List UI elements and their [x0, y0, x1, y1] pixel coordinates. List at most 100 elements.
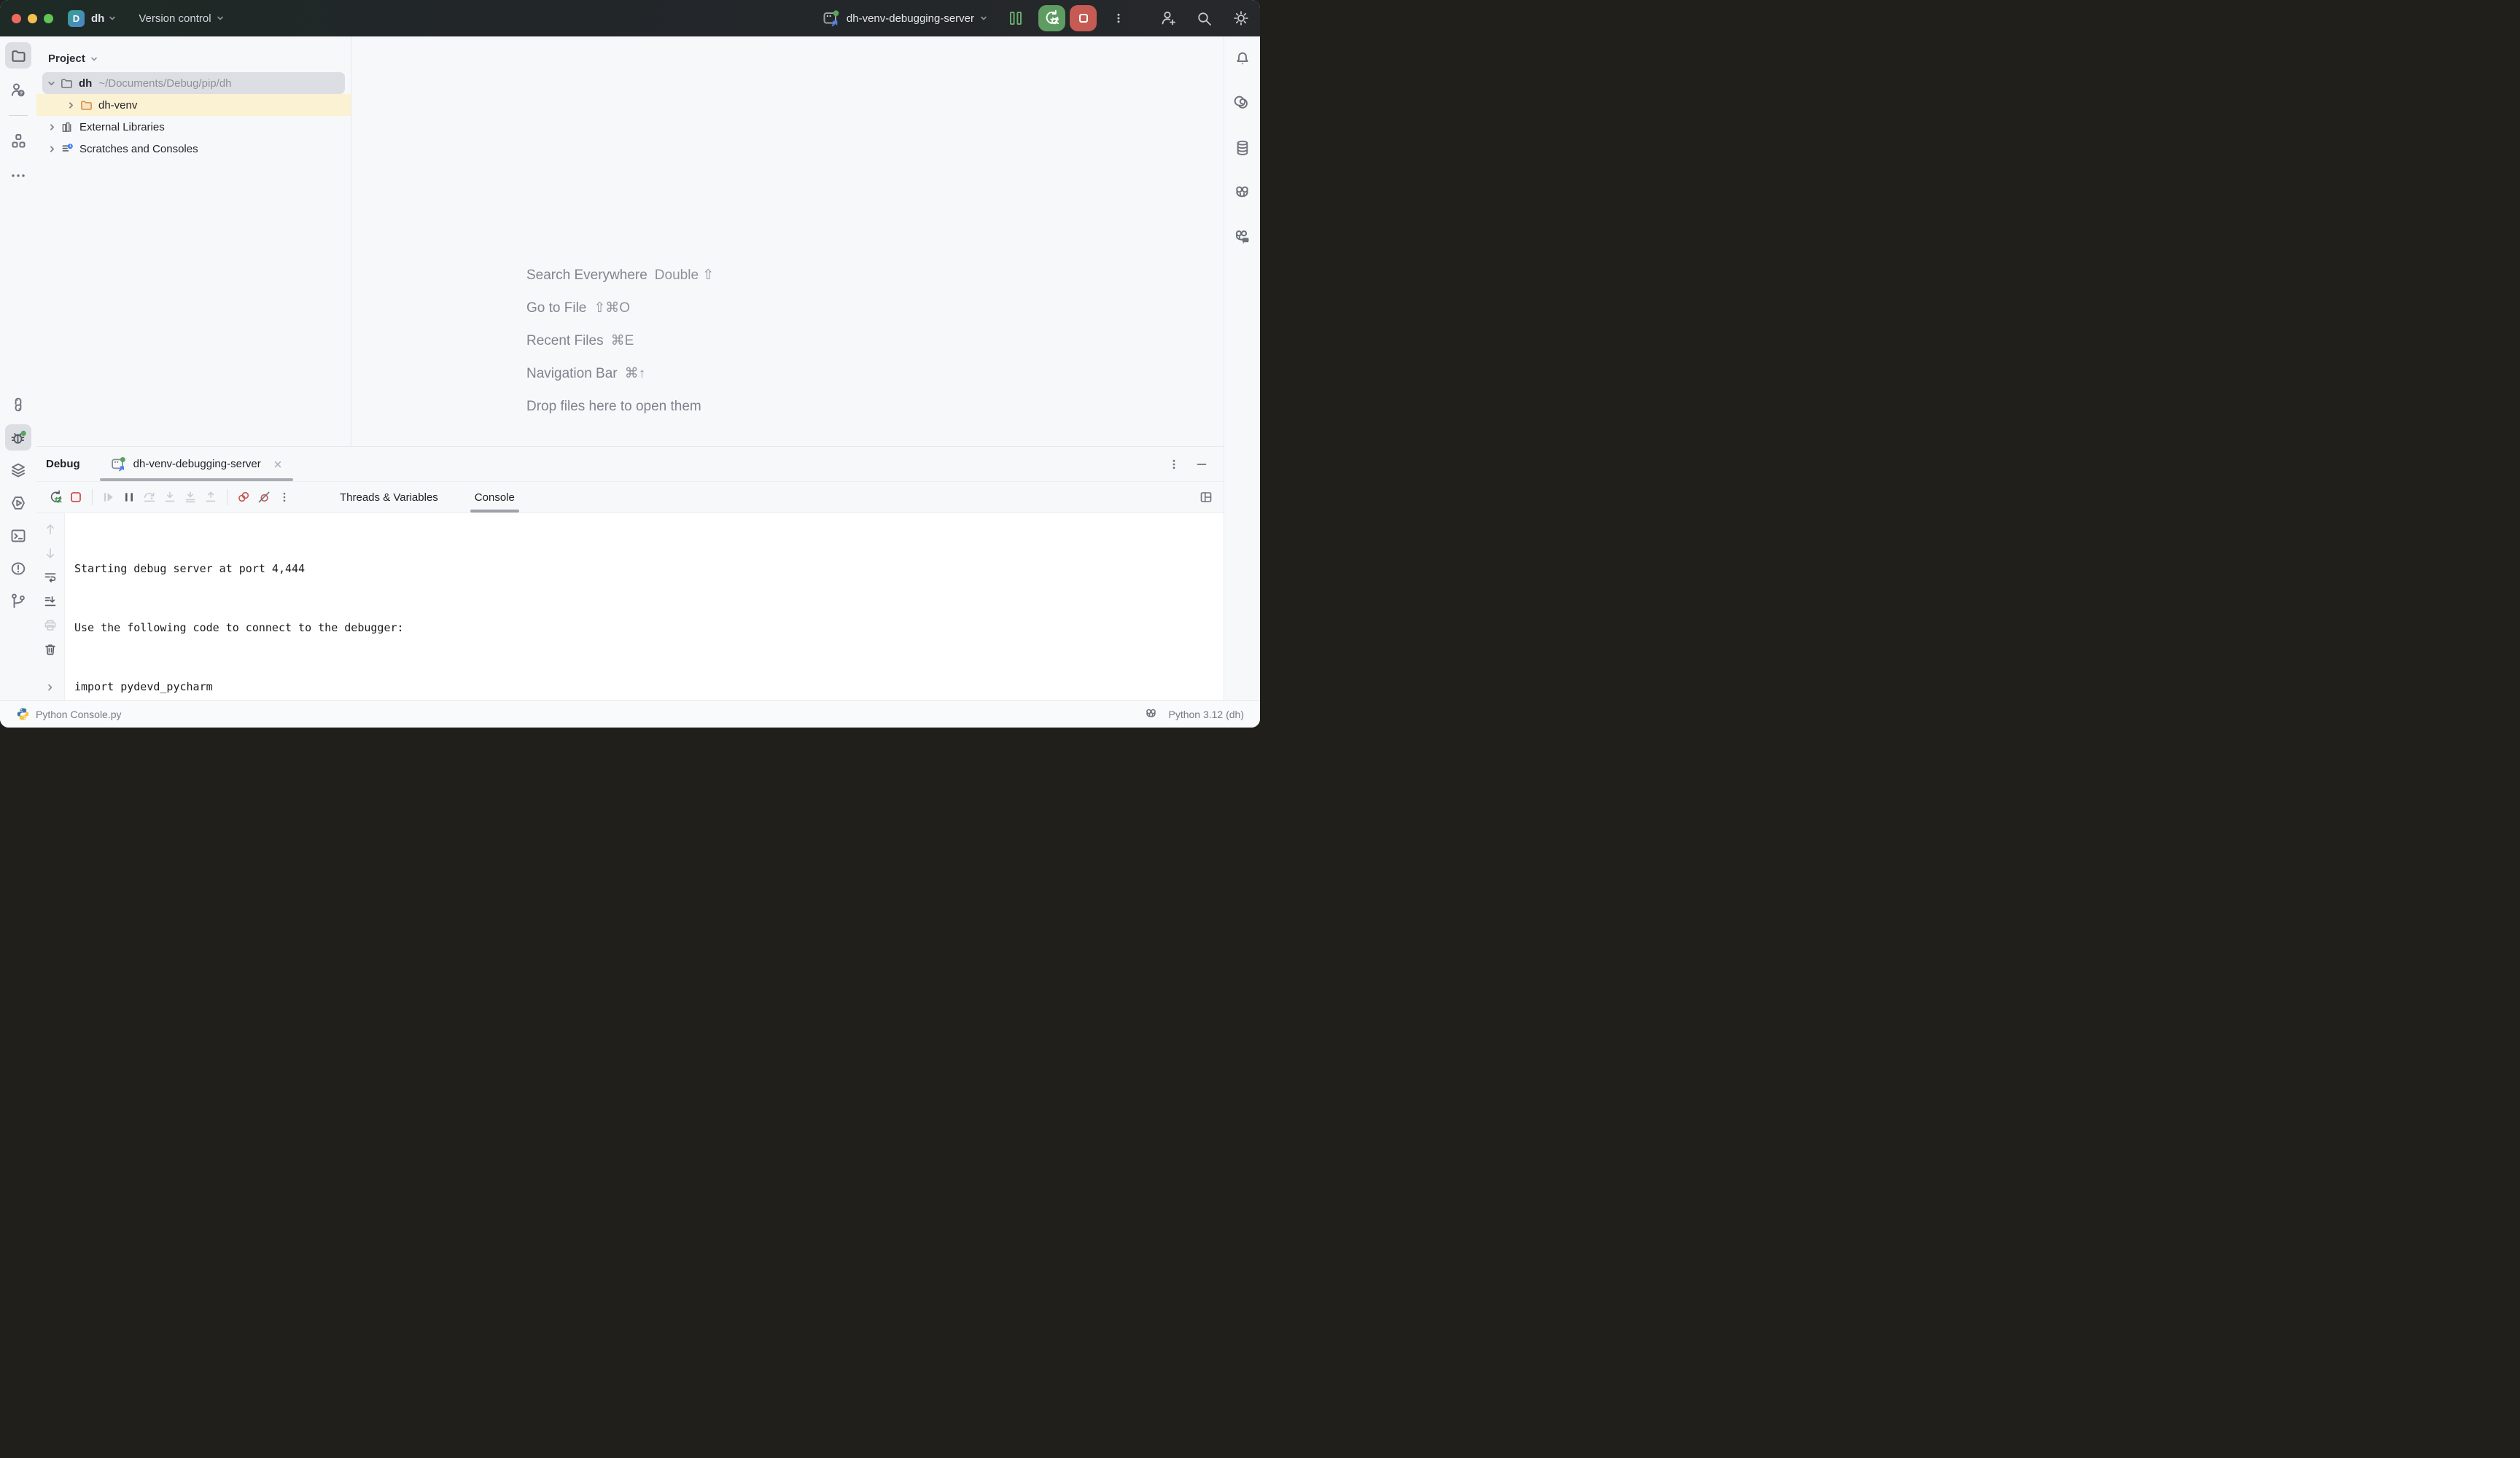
ai-chat-tool-button[interactable]	[1229, 224, 1256, 250]
expand-gutter-icon[interactable]	[44, 682, 56, 693]
close-tab-icon[interactable]	[273, 459, 283, 469]
structure-icon	[10, 133, 27, 149]
pause-program-button[interactable]	[119, 487, 139, 507]
tree-row-dh-venv[interactable]: dh-venv	[36, 94, 351, 116]
shortcut-hint: Search Everywhere Double ⇧	[526, 259, 714, 292]
up-stack-frame-icon[interactable]	[43, 522, 58, 537]
soft-wrap-icon[interactable]	[43, 570, 58, 585]
project-selector[interactable]: dh	[91, 12, 117, 25]
version-control-tool-button[interactable]	[5, 588, 31, 615]
toolbar-separator	[92, 489, 93, 505]
run-configuration-selector[interactable]: dh-venv-debugging-server	[822, 9, 988, 28]
shortcut-keys: ⌘↑	[625, 366, 646, 381]
debug-tool-button[interactable]	[5, 424, 31, 451]
shortcut-label: Search Everywhere	[526, 268, 648, 283]
ai-agent-tool-button[interactable]	[1229, 179, 1256, 206]
chevron-right-icon[interactable]	[65, 101, 77, 110]
view-breakpoints-button[interactable]	[233, 487, 254, 507]
clear-console-icon[interactable]	[43, 642, 58, 657]
terminal-tool-button[interactable]	[5, 523, 31, 549]
step-over-button[interactable]	[139, 487, 160, 507]
more-options-icon[interactable]	[1113, 12, 1124, 24]
ai-robot-icon[interactable]	[1144, 707, 1158, 721]
database-icon	[1234, 139, 1251, 157]
layers-icon	[9, 461, 27, 479]
title-bar: D dh Version control	[0, 0, 1260, 36]
terminal-icon	[9, 527, 27, 545]
editor-shortcut-hints: Search EverywhereDouble ⇧ Go to File⇧⌘O …	[526, 259, 714, 423]
chevron-right-icon[interactable]	[46, 122, 58, 132]
python-console-tool-button[interactable]	[5, 391, 31, 418]
project-panel: Project dh ~/Documents/Debug/pip/dh	[36, 36, 351, 446]
scroll-to-end-icon[interactable]	[43, 594, 58, 609]
print-icon[interactable]	[43, 618, 58, 633]
resume-program-button[interactable]	[98, 487, 119, 507]
more-debug-actions-button[interactable]	[274, 487, 295, 507]
stop-debug-button[interactable]	[66, 487, 86, 507]
step-into-button[interactable]	[160, 487, 180, 507]
settings-gear-icon[interactable]	[1232, 9, 1250, 27]
notifications-tool-button[interactable]	[1229, 46, 1256, 72]
shortcut-label: Navigation Bar	[526, 366, 618, 381]
vcs-menu[interactable]: Version control	[139, 12, 224, 25]
git-branch-icon	[9, 593, 27, 610]
robot-chat-icon	[1233, 228, 1251, 246]
down-stack-frame-icon[interactable]	[43, 546, 58, 561]
more-tool-windows-button[interactable]	[5, 163, 31, 189]
debug-session-tab[interactable]: dh-venv-debugging-server	[100, 447, 293, 481]
project-tool-button[interactable]	[5, 42, 31, 69]
shortcut-keys: ⇧⌘O	[594, 300, 630, 316]
status-bar-file[interactable]: Python Console.py	[16, 707, 122, 721]
svg-text:?: ?	[20, 90, 23, 96]
project-panel-header[interactable]: Project	[36, 36, 351, 72]
chevron-down-icon[interactable]	[45, 79, 57, 88]
debug-console-output[interactable]: Starting debug server at port 4,444 Use …	[65, 513, 1224, 701]
tree-row-external-libraries[interactable]: External Libraries	[36, 116, 351, 138]
pause-program-icon[interactable]	[1007, 9, 1024, 27]
robot-icon	[1233, 184, 1251, 202]
tree-row-scratches[interactable]: Scratches and Consoles	[36, 138, 351, 160]
tree-item-name: External Libraries	[79, 121, 165, 133]
libraries-icon	[61, 120, 74, 134]
tree-row-dh[interactable]: dh ~/Documents/Debug/pip/dh	[42, 72, 345, 94]
tab-threads-variables[interactable]: Threads & Variables	[330, 482, 448, 512]
services-tool-button[interactable]	[5, 490, 31, 516]
tree-item-name: dh	[79, 77, 92, 90]
stop-button[interactable]	[1070, 5, 1097, 31]
project-selector-label: dh	[91, 12, 104, 25]
step-out-button[interactable]	[201, 487, 221, 507]
tab-console[interactable]: Console	[464, 482, 525, 512]
minimize-window-button[interactable]	[28, 14, 37, 23]
console-line: Starting debug server at port 4,444	[74, 559, 1224, 579]
python-interpreter-selector[interactable]: Python 3.12 (dh)	[1168, 709, 1244, 720]
rerun-debug-button[interactable]	[1038, 5, 1065, 31]
rerun-debug-button[interactable]	[45, 487, 66, 507]
more-options-icon[interactable]	[1168, 459, 1180, 470]
zoom-window-button[interactable]	[44, 14, 53, 23]
database-tool-button[interactable]	[1229, 135, 1256, 161]
hide-tool-window-icon[interactable]	[1196, 459, 1208, 470]
project-panel-title: Project	[48, 52, 85, 65]
learn-tool-button[interactable]: ?	[5, 77, 31, 104]
macos-traffic-lights	[12, 14, 53, 23]
python-packages-tool-button[interactable]	[5, 457, 31, 483]
strip-divider	[9, 115, 28, 116]
problems-icon	[9, 560, 27, 577]
structure-tool-button[interactable]	[5, 128, 31, 154]
force-step-into-button[interactable]	[180, 487, 201, 507]
chevron-right-icon[interactable]	[46, 144, 58, 154]
person-question-icon: ?	[9, 82, 27, 99]
project-tree: dh ~/Documents/Debug/pip/dh dh-venv	[36, 72, 351, 160]
close-window-button[interactable]	[12, 14, 21, 23]
debug-config-icon	[110, 456, 128, 473]
search-everywhere-icon[interactable]	[1196, 10, 1213, 27]
shortcut-hint: Drop files here to open them	[526, 390, 714, 423]
code-with-me-icon[interactable]	[1159, 9, 1177, 27]
shortcut-hint: Navigation Bar ⌘↑	[526, 357, 714, 390]
shortcut-keys: Double ⇧	[655, 268, 714, 283]
shortcut-label: Go to File	[526, 300, 586, 316]
layout-settings-button[interactable]	[1196, 487, 1216, 507]
ai-assistant-tool-button[interactable]	[1229, 90, 1256, 117]
problems-tool-button[interactable]	[5, 555, 31, 582]
mute-breakpoints-button[interactable]	[254, 487, 274, 507]
